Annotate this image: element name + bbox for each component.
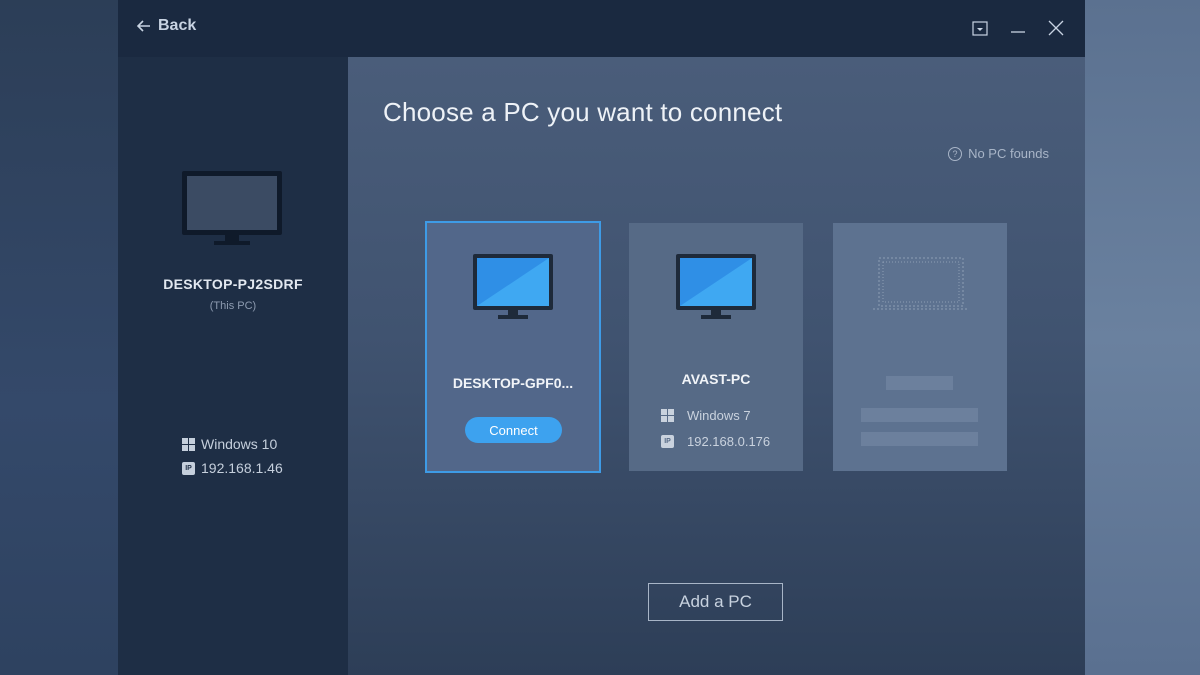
pc-card-avast-pc[interactable]: AVAST-PC Windows 7 IP 192.168.0.176 <box>629 223 803 471</box>
placeholder-bar <box>861 408 978 422</box>
this-pc-ip: IP 192.168.1.46 <box>182 460 283 476</box>
placeholder-bar <box>861 432 978 446</box>
main-panel: Choose a PC you want to connect ? No PC … <box>348 57 1085 675</box>
ip-icon: IP <box>661 435 674 448</box>
pc-card-desktop-gpf0[interactable]: DESKTOP-GPF0... Connect <box>425 221 601 473</box>
pc-card-ip-label: 192.168.0.176 <box>687 434 771 449</box>
this-pc-os: Windows 10 <box>182 436 277 452</box>
this-pc-ip-label: 192.168.1.46 <box>201 460 283 476</box>
back-button[interactable]: Back <box>136 17 196 35</box>
windows-icon <box>661 409 674 422</box>
titlebar: Back <box>118 0 1085 57</box>
app-window: Back DESKTOP-PJ2SDRF (This PC) Windows 1… <box>118 0 1085 675</box>
minimize-icon <box>1011 31 1025 33</box>
windows-icon <box>182 437 195 451</box>
placeholder-bar <box>886 376 953 390</box>
monitor-icon <box>675 253 757 328</box>
monitor-icon <box>181 170 283 255</box>
background-right <box>1085 0 1200 675</box>
close-icon <box>1048 20 1064 36</box>
dropdown-icon <box>972 21 988 36</box>
this-pc-panel: DESKTOP-PJ2SDRF (This PC) Windows 10 IP … <box>118 57 348 675</box>
pc-card-os-label: Windows 7 <box>687 408 751 423</box>
pc-status: ? No PC founds <box>948 146 1049 161</box>
pc-card-name: AVAST-PC <box>681 371 751 387</box>
monitor-icon <box>472 253 554 328</box>
pc-card-placeholder <box>833 223 1007 471</box>
back-arrow-icon <box>136 20 150 32</box>
minimize-button[interactable] <box>1008 18 1028 38</box>
back-label: Back <box>158 17 197 34</box>
close-button[interactable] <box>1046 18 1066 38</box>
add-pc-button[interactable]: Add a PC <box>648 583 783 621</box>
pc-card-os: Windows 7 <box>661 408 751 423</box>
connect-button[interactable]: Connect <box>465 417 562 443</box>
page-title: Choose a PC you want to connect <box>383 97 783 127</box>
dropdown-button[interactable] <box>970 18 990 38</box>
this-pc-name: DESKTOP-PJ2SDRF <box>163 276 303 292</box>
placeholder-laptop-icon <box>873 257 969 322</box>
pc-card-ip: IP 192.168.0.176 <box>661 434 770 449</box>
this-pc-subtitle: (This PC) <box>209 300 257 312</box>
this-pc-os-label: Windows 10 <box>201 436 278 452</box>
ip-icon: IP <box>182 461 195 475</box>
pc-card-name: DESKTOP-GPF0... <box>452 375 574 391</box>
question-icon: ? <box>948 146 963 161</box>
pc-status-label: No PC founds <box>968 146 1049 161</box>
background-left <box>0 0 118 675</box>
